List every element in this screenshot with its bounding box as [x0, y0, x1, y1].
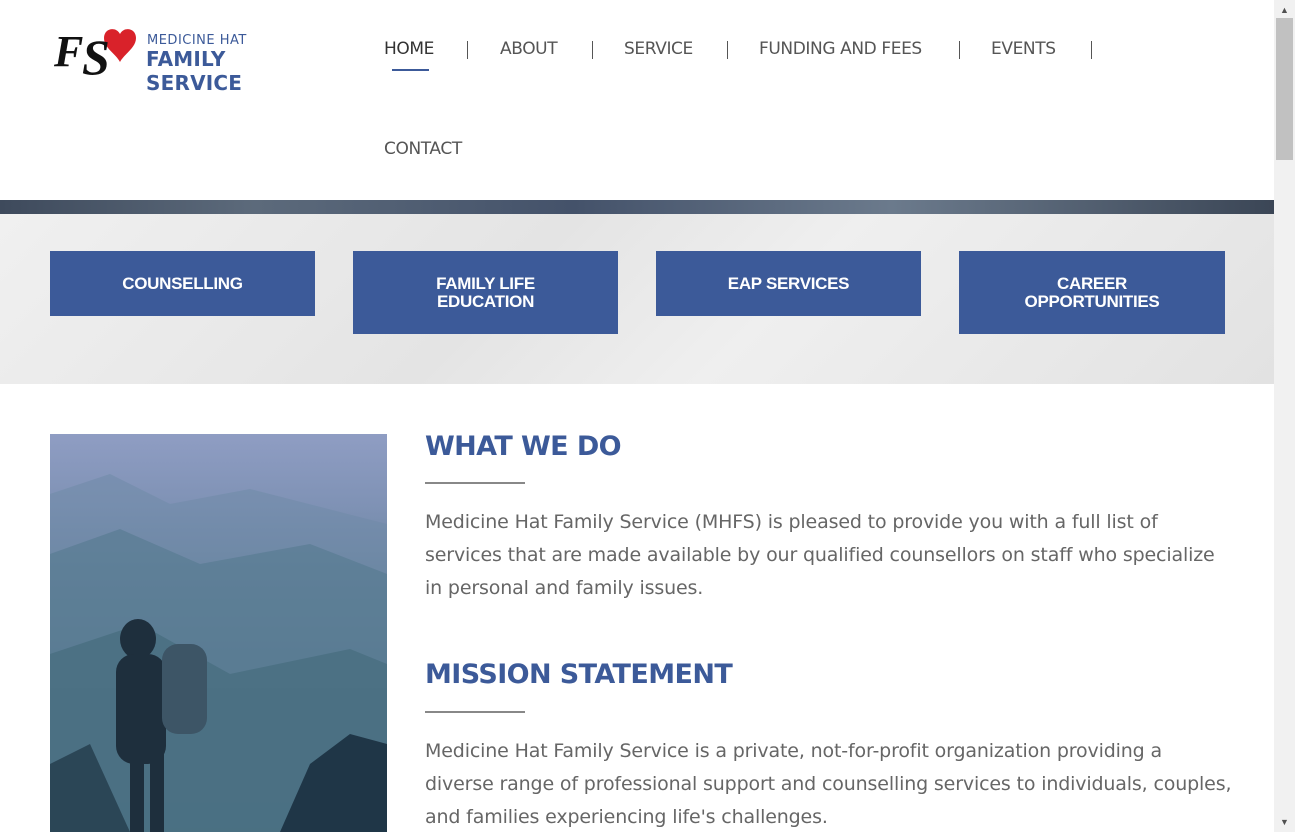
- mission-statement-title: MISSION STATEMENT: [425, 659, 733, 690]
- nav-about[interactable]: ABOUT: [500, 39, 558, 59]
- eap-services-button[interactable]: EAP SERVICES: [656, 251, 921, 316]
- scroll-up-arrow-icon[interactable]: ▲: [1274, 2, 1295, 18]
- what-we-do-rule: [425, 482, 525, 484]
- family-life-education-button-label: FAMILY LIFE EDUCATION: [436, 273, 535, 311]
- nav-separator: [467, 41, 468, 59]
- site-logo[interactable]: F S MEDICINE HAT FAMILY SERVICE: [52, 24, 312, 95]
- scroll-thumb[interactable]: [1276, 18, 1293, 160]
- nav-separator: [959, 41, 960, 59]
- svg-text:S: S: [82, 29, 110, 80]
- logo-line-1: MEDICINE HAT: [147, 33, 247, 48]
- scroll-down-arrow-icon[interactable]: ▼: [1274, 814, 1295, 830]
- nav-separator: [727, 41, 728, 59]
- eap-services-button-label: EAP SERVICES: [727, 273, 850, 293]
- mission-statement-rule: [425, 711, 525, 713]
- vertical-scrollbar[interactable]: ▲ ▼: [1274, 0, 1295, 832]
- career-opportunities-button[interactable]: CAREER OPPORTUNITIES: [959, 251, 1225, 334]
- counselling-button[interactable]: COUNSELLING: [50, 251, 315, 316]
- mission-statement-text: Medicine Hat Family Service is a private…: [425, 740, 1232, 828]
- hiker-photo: [50, 434, 387, 832]
- mountain-hiker-illustration: [50, 474, 387, 832]
- site-header: F S MEDICINE HAT FAMILY SERVICE HOME ABO…: [0, 0, 1274, 200]
- nav-events[interactable]: EVENTS: [991, 39, 1056, 59]
- hero-image-strip: [0, 200, 1274, 214]
- logo-line-2: FAMILY SERVICE: [146, 47, 243, 95]
- nav-home[interactable]: HOME: [384, 39, 434, 59]
- nav-service[interactable]: SERVICE: [624, 39, 693, 59]
- nav-active-underline: [392, 69, 429, 71]
- svg-text:F: F: [53, 27, 83, 76]
- what-we-do-text: Medicine Hat Family Service (MHFS) is pl…: [425, 511, 1215, 599]
- family-life-education-button[interactable]: FAMILY LIFE EDUCATION: [353, 251, 618, 334]
- career-opportunities-button-label: CAREER OPPORTUNITIES: [1024, 273, 1160, 311]
- counselling-button-label: COUNSELLING: [122, 273, 243, 293]
- nav-separator: [1091, 41, 1092, 59]
- nav-contact[interactable]: CONTACT: [384, 139, 462, 159]
- fs-heart-logo-icon: F S: [53, 27, 136, 80]
- nav-funding-and-fees[interactable]: FUNDING AND FEES: [759, 39, 922, 59]
- what-we-do-title: WHAT WE DO: [425, 431, 622, 462]
- nav-separator: [592, 41, 593, 59]
